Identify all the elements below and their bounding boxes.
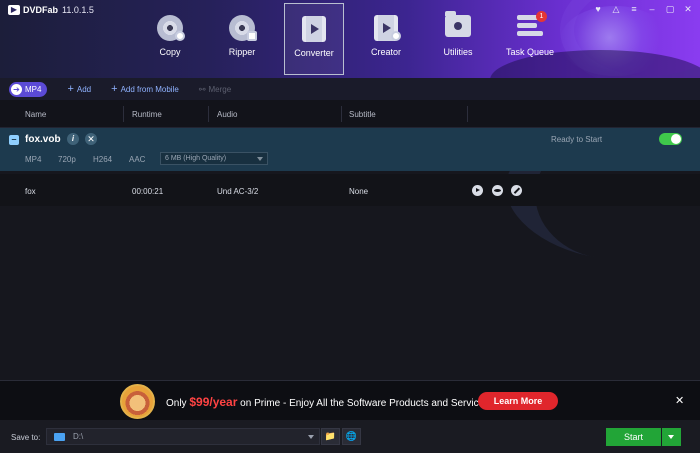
header-banner: ▶ DVDFab 11.0.1.5 ♥ △ ≡ – ▢ ✕ Copy Rippe… <box>0 0 700 78</box>
output-format-label: MP4 <box>25 84 42 94</box>
remove-file-icon[interactable]: ✕ <box>85 133 97 145</box>
folder-icon <box>54 433 65 441</box>
add-from-mobile-label: Add from Mobile <box>120 84 179 94</box>
nav-copy[interactable]: Copy <box>140 3 200 75</box>
column-name: Name <box>25 110 47 119</box>
menu-icon[interactable]: ≡ <box>628 3 640 15</box>
nav-ripper[interactable]: Ripper <box>212 3 272 75</box>
add-from-mobile-button[interactable]: + Add from Mobile <box>111 83 179 95</box>
nav-utilities[interactable]: Utilities <box>428 3 488 75</box>
file-row[interactable]: – fox.vob i ✕ Ready to Start MP4 720p H2… <box>0 128 700 171</box>
nav-creator-label: Creator <box>370 47 401 57</box>
nav-task-queue-label: Task Queue <box>505 47 555 57</box>
edit-icon[interactable] <box>511 185 522 196</box>
favorite-icon[interactable]: ♥ <box>592 3 604 15</box>
title-name: fox <box>25 187 36 196</box>
toolbar: ➔ MP4 + Add + Add from Mobile ⚯ Merge <box>0 78 700 100</box>
title-row[interactable]: fox 00:00:21 Und AC-3/2 None <box>0 174 700 206</box>
folder-icon <box>445 11 471 41</box>
maximize-icon[interactable]: ▢ <box>664 3 676 15</box>
app-version: 11.0.1.5 <box>62 5 94 15</box>
file-audio-codec: AAC <box>129 155 146 164</box>
save-path-input[interactable] <box>73 431 293 442</box>
format-arrow-icon: ➔ <box>11 83 22 95</box>
play-icon[interactable] <box>472 185 483 196</box>
promo-bar: Only $99/year on Prime - Enjoy All the S… <box>0 380 700 420</box>
nav-converter[interactable]: Converter <box>284 3 344 75</box>
nav-converter-label: Converter <box>294 48 334 58</box>
minimize-icon[interactable]: – <box>646 3 658 15</box>
merge-icon: ⚯ <box>198 84 206 94</box>
task-count-badge: 1 <box>536 11 547 22</box>
file-status: Ready to Start <box>551 135 603 144</box>
list-icon: 1 <box>517 11 547 41</box>
footer: Save to: 📁 🌐 Start <box>0 420 700 453</box>
promo-text: Only $99/year on Prime - Enjoy All the S… <box>166 395 492 409</box>
chevron-down-icon[interactable] <box>308 435 314 439</box>
dvdfab-logo-icon: ▶ <box>8 5 20 15</box>
title-runtime: 00:00:21 <box>132 187 164 196</box>
column-runtime: Runtime <box>132 110 162 119</box>
save-path-select[interactable] <box>46 428 320 445</box>
nav-copy-label: Copy <box>159 47 181 57</box>
collapse-icon[interactable]: – <box>9 135 19 145</box>
mascot-avatar <box>120 384 155 419</box>
file-name: fox.vob <box>25 134 61 145</box>
column-divider <box>123 106 124 122</box>
plus-icon: + <box>111 83 118 95</box>
plus-icon: + <box>67 83 74 95</box>
column-audio: Audio <box>217 110 238 119</box>
disc-ripper-icon <box>229 15 257 41</box>
quality-value: 6 MB (High Quality) <box>165 155 227 162</box>
file-resolution: 720p <box>58 155 76 164</box>
promo-suffix: on Prime - Enjoy All the Software Produc… <box>237 398 492 409</box>
film-disc-icon <box>373 15 401 41</box>
add-button[interactable]: + Add <box>67 83 91 95</box>
promo-prefix: Only <box>166 398 190 409</box>
add-label: Add <box>76 84 92 94</box>
chevron-down-icon <box>257 157 263 161</box>
app-brand: ▶ DVDFab 11.0.1.5 <box>8 5 94 15</box>
preview-icon[interactable] <box>492 185 503 196</box>
column-subtitle: Subtitle <box>349 110 376 119</box>
output-format-button[interactable]: ➔ MP4 <box>9 81 48 97</box>
skin-icon[interactable]: △ <box>610 3 622 15</box>
film-play-icon <box>301 16 327 42</box>
close-promo-icon[interactable]: ✕ <box>675 394 684 407</box>
nav-utilities-label: Utilities <box>443 47 473 57</box>
merge-button[interactable]: ⚯ Merge <box>199 85 231 94</box>
main-nav: Copy Ripper Converter Creator Utilities <box>140 3 572 75</box>
nav-creator[interactable]: Creator <box>356 3 416 75</box>
quality-select[interactable]: 6 MB (High Quality) <box>160 152 268 165</box>
file-video-codec: H264 <box>93 155 113 164</box>
window-controls: ♥ △ ≡ – ▢ ✕ <box>592 3 694 15</box>
app-logo-text: DVDFab <box>23 5 59 15</box>
close-window-icon[interactable]: ✕ <box>682 3 694 15</box>
save-to-label: Save to: <box>11 433 41 442</box>
nav-ripper-label: Ripper <box>228 47 256 57</box>
promo-price: $99/year <box>189 395 238 409</box>
column-divider <box>341 106 342 122</box>
browse-folder-button[interactable]: 📁 <box>321 428 340 445</box>
file-enable-toggle[interactable] <box>659 133 682 145</box>
column-divider <box>208 106 209 122</box>
start-button[interactable]: Start <box>606 428 661 446</box>
start-options-dropdown[interactable] <box>662 428 681 446</box>
file-container: MP4 <box>25 155 42 164</box>
info-icon[interactable]: i <box>67 133 79 145</box>
disc-copy-icon <box>157 15 185 41</box>
globe-button[interactable]: 🌐 <box>342 428 361 445</box>
learn-more-button[interactable]: Learn More <box>478 392 558 410</box>
column-header: Name Runtime Audio Subtitle <box>0 100 700 128</box>
title-subtitle[interactable]: None <box>349 187 368 196</box>
nav-task-queue[interactable]: 1 Task Queue <box>500 3 560 75</box>
title-audio[interactable]: Und AC-3/2 <box>217 187 258 196</box>
file-list: – fox.vob i ✕ Ready to Start MP4 720p H2… <box>0 128 700 380</box>
merge-label: Merge <box>208 84 232 94</box>
column-divider <box>467 106 468 122</box>
